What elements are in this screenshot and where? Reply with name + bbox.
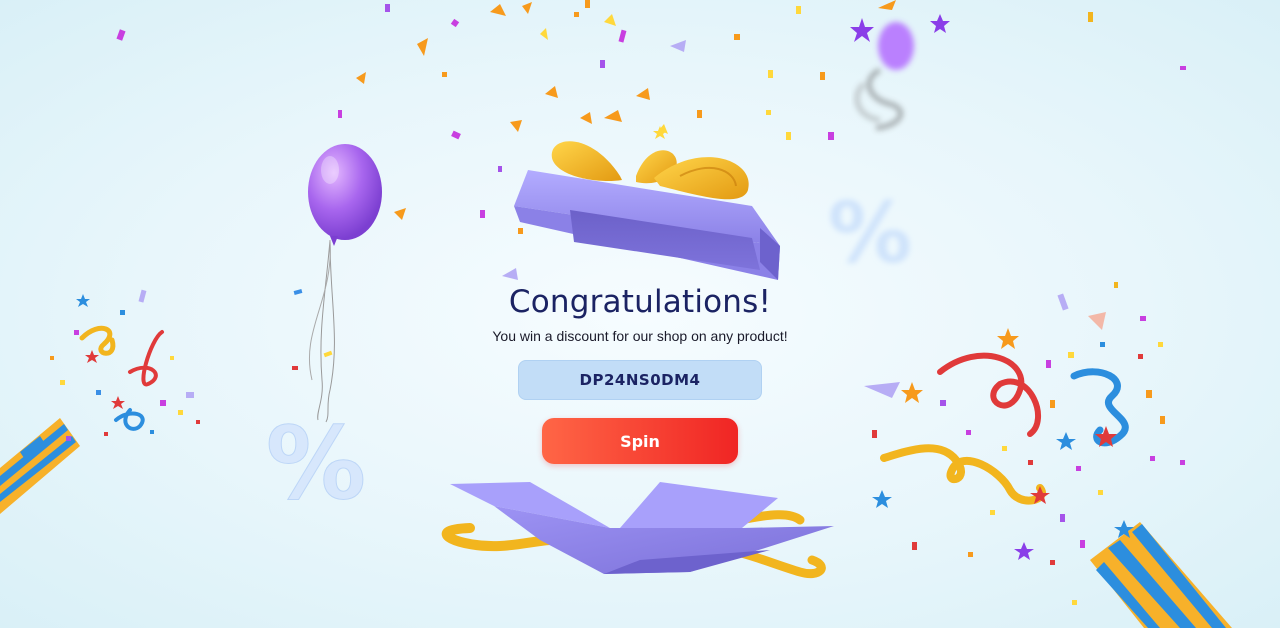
subtitle: You win a discount for our shop on any p…	[492, 328, 788, 344]
percent-icon: %	[828, 184, 912, 282]
streamer-icon	[880, 352, 1129, 505]
gift-box-lid-icon	[514, 141, 780, 280]
streamer-icon	[79, 325, 164, 431]
percent-icon: %	[266, 405, 366, 522]
congratulations-card: Congratulations! You win a discount for …	[440, 280, 840, 464]
spin-button[interactable]: Spin	[542, 418, 738, 464]
party-popper-icon	[1090, 522, 1232, 628]
star-icon	[872, 328, 1134, 560]
congratulations-screen: % % Congratulations! You win a discount …	[0, 0, 1280, 628]
balloon-icon	[308, 144, 382, 423]
discount-code-field[interactable]: DP24NS0DM4	[518, 360, 762, 400]
gift-box-open-icon	[441, 482, 834, 578]
confetti-icon	[292, 289, 333, 370]
party-popper-icon	[0, 418, 80, 514]
page-title: Congratulations!	[508, 284, 772, 320]
